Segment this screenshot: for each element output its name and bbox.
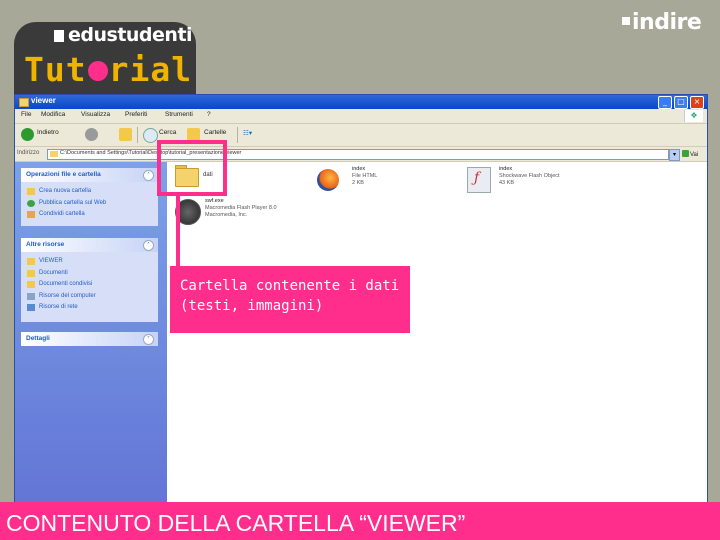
task-pane: Operazioni file e cartella ˄ Crea nuova … <box>15 162 167 503</box>
other-places-header[interactable]: Altre risorse ˄ <box>21 238 158 252</box>
flash-icon <box>467 167 491 193</box>
place-documents-label: Documenti <box>39 269 68 276</box>
close-button[interactable]: × <box>690 96 704 109</box>
go-button[interactable]: Vai <box>682 150 698 158</box>
toolbar-separator <box>237 127 238 143</box>
folder-icon <box>27 281 35 288</box>
task-publish-web[interactable]: Pubblica cartella sul Web <box>21 198 158 210</box>
task-publish-web-label: Pubblica cartella sul Web <box>39 199 107 206</box>
place-shared-documents-label: Documenti condivisi <box>39 281 93 287</box>
place-network[interactable]: Risorse di rete <box>21 302 158 314</box>
collapse-icon[interactable]: ˄ <box>143 240 154 251</box>
address-dropdown-button[interactable]: ▾ <box>669 149 680 161</box>
expand-icon[interactable]: ˅ <box>143 334 154 345</box>
folders-button[interactable]: Cartelle <box>204 129 226 136</box>
other-places-title: Altre risorse <box>26 241 65 248</box>
folder-icon <box>19 98 29 107</box>
menu-edit[interactable]: Modifica <box>41 111 65 118</box>
callout-box: Cartella contenente i dati (testi, immag… <box>170 266 410 333</box>
firefox-icon <box>317 169 339 191</box>
maximize-button[interactable]: □ <box>674 96 688 109</box>
task-new-folder[interactable]: Crea nuova cartella <box>21 186 158 198</box>
file-tasks-panel: Operazioni file e cartella ˄ Crea nuova … <box>21 168 158 226</box>
indire-logo: indire <box>622 10 702 35</box>
forward-arrow-icon[interactable] <box>85 128 98 141</box>
player-file-company: Macromedia, Inc. <box>205 212 248 218</box>
task-share-folder[interactable]: Condividi cartella <box>21 209 158 221</box>
window-title: viewer <box>31 96 56 105</box>
details-title: Dettagli <box>26 335 50 342</box>
folder-icon <box>27 258 35 265</box>
highlight-box <box>157 140 227 196</box>
place-viewer[interactable]: VIEWER <box>21 256 158 268</box>
menu-view[interactable]: Visualizza <box>81 111 110 118</box>
address-bar: Indirizzo C:\Documents and Settings\Tuto… <box>15 147 707 162</box>
address-field[interactable]: C:\Documents and Settings\Tutorial\Deskt… <box>47 149 669 160</box>
globe-icon <box>27 199 35 207</box>
place-my-computer[interactable]: Risorse del computer <box>21 291 158 303</box>
new-folder-icon <box>27 188 35 195</box>
toolbar-separator <box>137 127 138 143</box>
player-file-desc: Macromedia Flash Player 8.0 <box>205 205 277 211</box>
details-panel: Dettagli ˅ <box>21 332 158 346</box>
menu-bar: File Modifica Visualizza Preferiti Strum… <box>15 109 707 124</box>
menu-help[interactable]: ? <box>207 111 211 118</box>
up-folder-icon[interactable] <box>119 128 132 141</box>
task-new-folder-label: Crea nuova cartella <box>39 188 92 194</box>
minimize-button[interactable]: _ <box>658 96 672 109</box>
edustudenti-logo: edustudenti <box>54 24 193 46</box>
place-shared-documents[interactable]: Documenti condivisi <box>21 279 158 291</box>
network-icon <box>27 304 35 311</box>
file-tasks-title: Operazioni file e cartella <box>26 171 101 178</box>
share-icon <box>27 211 35 218</box>
windows-logo-icon: ❖ <box>684 110 703 122</box>
flash-file-name: index <box>499 166 513 172</box>
flash-file-size: 43 KB <box>499 180 514 186</box>
place-my-computer-label: Risorse del computer <box>39 292 96 299</box>
tutorial-logo-text: Tut rial <box>24 50 193 89</box>
caption-text: CONTENUTO DELLA CARTELLA “VIEWER” <box>6 510 466 536</box>
search-button[interactable]: Cerca <box>159 129 176 136</box>
callout-connector <box>176 196 180 266</box>
go-label: Vai <box>690 152 699 158</box>
html-file-info: index File HTML 2 KB <box>352 166 377 187</box>
callout-text: Cartella contenente i dati (testi, immag… <box>180 278 400 314</box>
place-network-label: Risorse di rete <box>39 304 78 310</box>
player-file-info: swf.exe Macromedia Flash Player 8.0 Macr… <box>205 198 277 219</box>
title-bar[interactable]: viewer _ □ × <box>15 95 707 109</box>
place-viewer-label: VIEWER <box>39 258 63 264</box>
collapse-icon[interactable]: ˄ <box>143 170 154 181</box>
flash-file-type: Shockwave Flash Object <box>499 173 560 179</box>
task-share-folder-label: Condividi cartella <box>39 211 85 217</box>
address-label: Indirizzo <box>17 150 40 156</box>
flash-file-info: index Shockwave Flash Object 43 KB <box>499 166 560 187</box>
details-header[interactable]: Dettagli ˅ <box>21 332 158 346</box>
search-icon[interactable] <box>143 128 158 143</box>
file-tasks-header[interactable]: Operazioni file e cartella ˄ <box>21 168 158 182</box>
slide-caption: CONTENUTO DELLA CARTELLA “VIEWER” <box>0 502 720 540</box>
place-documents[interactable]: Documenti <box>21 268 158 280</box>
other-places-panel: Altre risorse ˄ VIEWER Documenti Documen… <box>21 238 158 322</box>
menu-tools[interactable]: Strumenti <box>165 111 193 118</box>
computer-icon <box>27 292 35 300</box>
back-button[interactable]: Indietro <box>37 129 59 136</box>
folder-icon <box>27 269 35 277</box>
html-file-name: index <box>352 166 366 172</box>
folder-icon <box>50 151 58 157</box>
player-file-name: swf.exe <box>205 198 224 204</box>
menu-favorites[interactable]: Preferiti <box>125 111 147 118</box>
toolbar: Indietro Cerca Cartelle ☷▾ <box>15 124 707 147</box>
html-file-size: 2 KB <box>352 180 364 186</box>
back-arrow-icon[interactable] <box>21 128 34 141</box>
indire-logo-text: indire <box>632 10 702 35</box>
views-button[interactable]: ☷▾ <box>243 129 252 137</box>
menu-file[interactable]: File <box>21 111 31 118</box>
go-arrow-icon <box>682 150 689 157</box>
edustudenti-logo-text: edustudenti <box>68 24 193 46</box>
html-file-type: File HTML <box>352 173 378 179</box>
